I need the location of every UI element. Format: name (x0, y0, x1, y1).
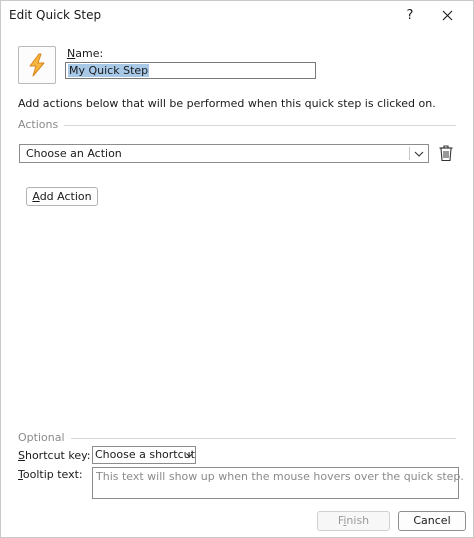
name-label-mnemonic: N (67, 47, 76, 60)
close-icon (442, 10, 452, 21)
optional-group-line (18, 438, 456, 439)
edit-quick-step-dialog: Edit Quick Step ? Name: My Quick Step Ad… (0, 0, 474, 538)
cancel-button[interactable]: Cancel (398, 511, 466, 531)
name-input-value: My Quick Step (68, 64, 150, 77)
actions-group-line (18, 125, 456, 126)
shortcut-key-label: Shortcut key: (18, 449, 91, 462)
name-label-text: ame: (75, 47, 104, 60)
finish-label-rest: nish (346, 514, 370, 527)
tooltip-label-text: ooltip text: (22, 468, 83, 481)
action-dropdown[interactable]: Choose an Action (19, 144, 429, 163)
finish-button[interactable]: Finish (317, 511, 390, 531)
dropdown-divider (409, 147, 410, 160)
close-button[interactable] (435, 5, 459, 27)
chevron-down-icon (186, 453, 193, 458)
instructions-text: Add actions below that will be performed… (18, 97, 436, 110)
add-action-label: dd Action (39, 190, 92, 203)
action-dropdown-value: Choose an Action (26, 147, 122, 160)
help-button[interactable]: ? (401, 5, 419, 27)
title-bar: Edit Quick Step ? (1, 1, 473, 31)
shortcut-label-mnemonic: S (18, 449, 25, 462)
shortcut-key-dropdown[interactable]: Choose a shortcut (92, 446, 196, 464)
chevron-down-icon (414, 151, 424, 157)
tooltip-text-input[interactable]: This text will show up when the mouse ho… (92, 467, 464, 499)
optional-group-label: Optional (18, 431, 71, 444)
trash-icon[interactable] (438, 144, 454, 162)
shortcut-label-text: hortcut key: (24, 449, 91, 462)
tooltip-text-label: Tooltip text: (18, 468, 83, 481)
name-input[interactable]: My Quick Step (65, 62, 316, 79)
add-action-button[interactable]: Add Action (26, 187, 98, 206)
tooltip-placeholder: This text will show up when the mouse ho… (96, 470, 464, 483)
name-label: Name: (67, 47, 103, 60)
quick-step-icon-button[interactable] (18, 46, 56, 84)
window-title: Edit Quick Step (9, 8, 102, 22)
lightning-bolt-icon (29, 53, 45, 77)
shortcut-key-value: Choose a shortcut (95, 448, 195, 461)
actions-group-label: Actions (18, 118, 65, 131)
add-action-mnemonic: A (32, 190, 40, 203)
